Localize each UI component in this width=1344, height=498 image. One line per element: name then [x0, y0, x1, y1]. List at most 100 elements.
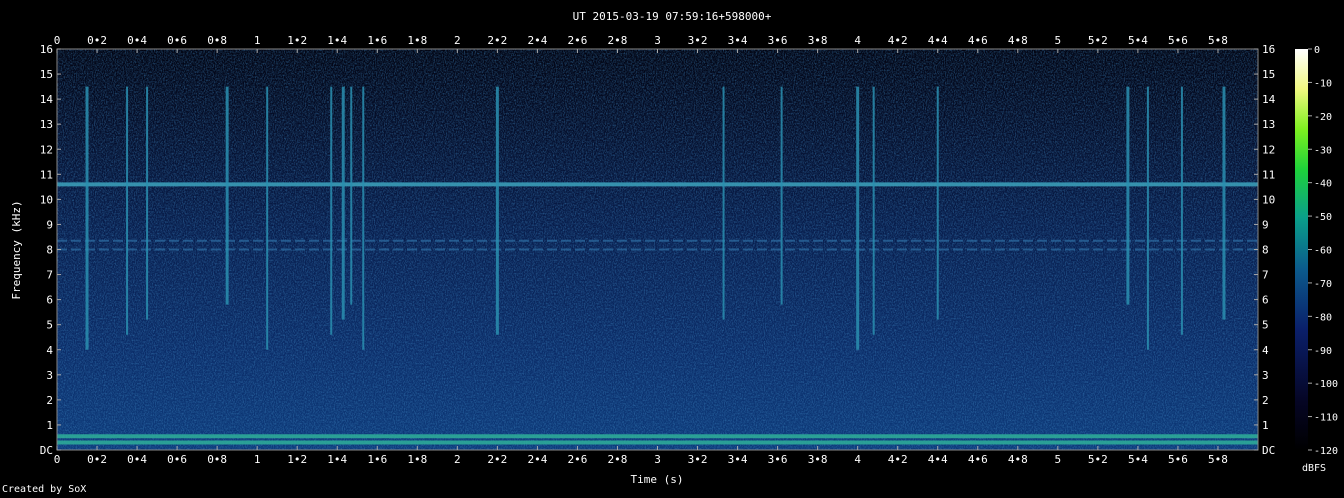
x-axis-label: Time (s) — [631, 473, 684, 486]
y-tick-label-right: 5 — [1262, 319, 1269, 332]
x-tick-label-bottom: 4•8 — [1008, 453, 1028, 466]
x-tick-label-top: 2•2 — [487, 34, 507, 47]
colorbar-tick-label: 0 — [1314, 45, 1320, 56]
y-tick-label-left: 1 — [46, 419, 53, 432]
y-tick-label-left: 16 — [40, 43, 53, 56]
credit-text: Created by SoX — [2, 484, 87, 495]
y-tick-label-right: 8 — [1262, 244, 1269, 257]
plot-area — [56, 48, 1259, 451]
x-tick-label-top: 5•8 — [1208, 34, 1228, 47]
y-tick-label-left: 8 — [46, 244, 53, 257]
y-tick-label-right: 12 — [1262, 143, 1275, 156]
x-tick-label-bottom: 3•4 — [728, 453, 748, 466]
y-tick-label-right: 11 — [1262, 168, 1275, 181]
y-tick-label-right: 2 — [1262, 394, 1269, 407]
x-tick-label-top: 0•6 — [167, 34, 187, 47]
y-tick-label-right: 13 — [1262, 118, 1275, 131]
x-tick-label-bottom: 0•4 — [127, 453, 147, 466]
y-tick-label-right: 1 — [1262, 419, 1269, 432]
x-tick-label-bottom: 3•2 — [688, 453, 708, 466]
y-tick-label-right: 10 — [1262, 193, 1275, 206]
x-tick-label-top: 4 — [854, 34, 861, 47]
x-tick-label-bottom: 0•8 — [207, 453, 227, 466]
colorbar-tick-label: -50 — [1314, 212, 1332, 223]
colorbar-tick-label: -110 — [1314, 413, 1338, 424]
plot-noise — [57, 49, 1258, 450]
colorbar-tick-label: -120 — [1314, 446, 1338, 457]
y-tick-label-left: 3 — [46, 369, 53, 382]
x-tick-label-top: 3•2 — [688, 34, 708, 47]
x-tick-label-top: 0•2 — [87, 34, 107, 47]
x-tick-label-top: 1•2 — [287, 34, 307, 47]
x-tick-label-bottom: 0•2 — [87, 453, 107, 466]
x-tick-label-bottom: 2•6 — [567, 453, 587, 466]
x-tick-label-bottom: 1•6 — [367, 453, 387, 466]
x-tick-label-bottom: 1 — [254, 453, 261, 466]
x-tick-label-top: 2•8 — [608, 34, 628, 47]
x-tick-label-bottom: 2 — [454, 453, 461, 466]
x-tick-label-bottom: 5 — [1055, 453, 1062, 466]
x-tick-label-top: 4•2 — [888, 34, 908, 47]
colorbar-gradient — [1295, 49, 1308, 450]
x-tick-label-bottom: 5•2 — [1088, 453, 1108, 466]
y-tick-label-right: 4 — [1262, 344, 1269, 357]
x-tick-label-top: 4•8 — [1008, 34, 1028, 47]
x-tick-label-top: 1 — [254, 34, 261, 47]
x-tick-label-bottom: 3 — [654, 453, 661, 466]
x-tick-label-bottom: 4•2 — [888, 453, 908, 466]
colorbar-tick-label: -60 — [1314, 246, 1332, 257]
y-tick-label-right: 9 — [1262, 218, 1269, 231]
x-tick-label-bottom: 2•2 — [487, 453, 507, 466]
y-tick-label-left: 13 — [40, 118, 53, 131]
x-tick-label-bottom: 1•8 — [407, 453, 427, 466]
y-tick-label-left: DC — [40, 444, 53, 457]
y-tick-label-left: 9 — [46, 218, 53, 231]
x-tick-label-top: 2 — [454, 34, 461, 47]
y-tick-label-right: 7 — [1262, 269, 1269, 282]
x-tick-label-bottom: 1•2 — [287, 453, 307, 466]
colorbar-tick-label: -30 — [1314, 145, 1332, 156]
chart-title: UT 2015-03-19 07:59:16+598000+ — [573, 10, 772, 23]
x-tick-label-bottom: 4 — [854, 453, 861, 466]
x-tick-label-top: 2•6 — [567, 34, 587, 47]
x-tick-label-top: 3•4 — [728, 34, 748, 47]
x-tick-label-top: 2•4 — [527, 34, 547, 47]
x-tick-label-bottom: 4•4 — [928, 453, 948, 466]
x-tick-label-bottom: 3•8 — [808, 453, 828, 466]
x-tick-label-top: 3•6 — [768, 34, 788, 47]
x-tick-label-bottom: 5•8 — [1208, 453, 1228, 466]
x-tick-label-bottom: 0 — [54, 453, 61, 466]
colorbar-tick-label: -80 — [1314, 312, 1332, 323]
colorbar-tick-label: -20 — [1314, 112, 1332, 123]
x-tick-label-top: 5•4 — [1128, 34, 1148, 47]
y-axis-label: Frequency (kHz) — [10, 200, 23, 299]
y-tick-label-left: 14 — [40, 93, 54, 106]
x-tick-label-top: 5•6 — [1168, 34, 1188, 47]
colorbar-tick-label: -90 — [1314, 346, 1332, 357]
x-tick-label-top: 5•2 — [1088, 34, 1108, 47]
spectrogram-figure: UT 2015-03-19 07:59:16+598000+ 0 0•2 0•4 0•… — [10, 10, 1338, 486]
x-tick-label-top: 5 — [1055, 34, 1062, 47]
y-tick-label-right: 6 — [1262, 294, 1269, 307]
x-tick-label-top: 0•8 — [207, 34, 227, 47]
y-tick-label-left: 4 — [46, 344, 53, 357]
y-tick-label-left: 11 — [40, 168, 53, 181]
y-tick-label-left: 6 — [46, 294, 53, 307]
y-tick-label-left: 10 — [40, 193, 53, 206]
x-tick-label-top: 3•8 — [808, 34, 828, 47]
x-tick-label-top: 1•8 — [407, 34, 427, 47]
y-tick-label-right: 15 — [1262, 68, 1275, 81]
colorbar-tick-label: -100 — [1314, 379, 1338, 390]
y-tick-label-right: 3 — [1262, 369, 1269, 382]
x-tick-label-bottom: 2•4 — [527, 453, 547, 466]
x-tick-label-bottom: 2•8 — [608, 453, 628, 466]
x-tick-label-bottom: 1•4 — [327, 453, 347, 466]
y-tick-label-right: 14 — [1262, 93, 1276, 106]
x-tick-label-top: 1•6 — [367, 34, 387, 47]
colorbar-tick-label: -70 — [1314, 279, 1332, 290]
colorbar-label: dBFS — [1302, 463, 1326, 474]
x-tick-label-bottom: 5•6 — [1168, 453, 1188, 466]
y-tick-label-left: 5 — [46, 319, 53, 332]
y-tick-label-left: 15 — [40, 68, 53, 81]
x-tick-label-top: 3 — [654, 34, 661, 47]
